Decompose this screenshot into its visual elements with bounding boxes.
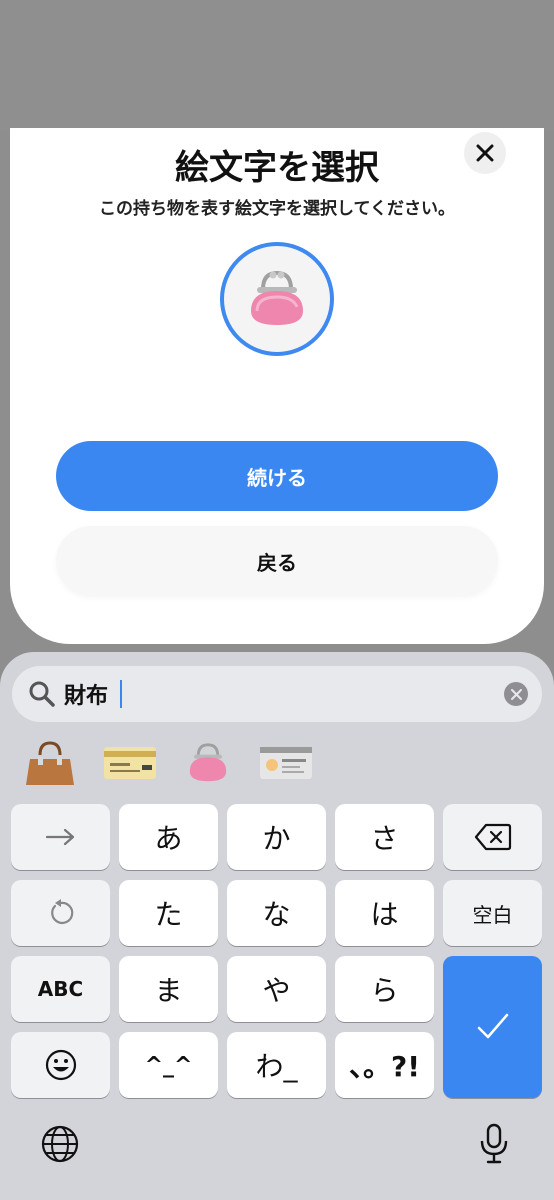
- key-ha[interactable]: は: [335, 880, 434, 946]
- emoji-suggestions: [0, 732, 554, 794]
- clear-search-button[interactable]: [504, 682, 528, 706]
- microphone-icon: [480, 1123, 508, 1164]
- suggestion-handbag[interactable]: [20, 732, 80, 794]
- key-sa[interactable]: さ: [335, 804, 434, 870]
- key-a[interactable]: あ: [119, 804, 218, 870]
- key-wa[interactable]: わ_: [227, 1032, 326, 1098]
- key-ka[interactable]: か: [227, 804, 326, 870]
- key-emoji[interactable]: [11, 1032, 110, 1098]
- key-ya[interactable]: や: [227, 956, 326, 1022]
- suggestion-purse[interactable]: [178, 732, 238, 794]
- emoji-search-field[interactable]: 財布: [12, 666, 542, 722]
- key-punctuation[interactable]: 、。?!: [335, 1032, 434, 1098]
- key-na[interactable]: な: [227, 880, 326, 946]
- credit-card-emoji-icon: [104, 747, 156, 779]
- key-kaomoji[interactable]: ^_^: [119, 1032, 218, 1098]
- close-icon: [476, 144, 494, 162]
- arrow-right-icon: [45, 828, 74, 846]
- globe-button[interactable]: [38, 1122, 82, 1166]
- key-undo[interactable]: [11, 880, 110, 946]
- continue-button[interactable]: 続ける: [56, 441, 498, 511]
- undo-icon: [50, 899, 73, 925]
- purse-icon: [251, 270, 303, 325]
- text-cursor: [120, 680, 122, 708]
- close-button[interactable]: [464, 132, 506, 174]
- page-subtitle: この持ち物を表す絵文字を選択してください。: [99, 199, 455, 219]
- suggestion-credit-card[interactable]: [100, 732, 160, 794]
- search-icon: [29, 681, 55, 707]
- key-space[interactable]: 空白: [443, 880, 542, 946]
- handbag-emoji-icon: [26, 741, 74, 785]
- clear-icon: [510, 688, 522, 700]
- suggestion-id-card[interactable]: [256, 732, 316, 794]
- selected-emoji-preview[interactable]: [220, 242, 334, 356]
- key-arrow-right[interactable]: [11, 804, 110, 870]
- smiley-icon: [45, 1049, 76, 1081]
- backspace-icon: [474, 823, 511, 851]
- key-abc[interactable]: ABC: [11, 956, 110, 1022]
- emoji-keyboard: 財布 あ か さ た な は 空白 ABC ま や ら ^_^ わ_ 、。?!: [0, 652, 554, 1200]
- search-input[interactable]: 財布: [64, 678, 108, 710]
- dimmed-backdrop: [0, 0, 554, 130]
- dictation-button[interactable]: [472, 1122, 516, 1166]
- key-delete[interactable]: [443, 804, 542, 870]
- key-ta[interactable]: た: [119, 880, 218, 946]
- key-ra[interactable]: ら: [335, 956, 434, 1022]
- globe-icon: [41, 1125, 79, 1163]
- checkmark-icon: [477, 1013, 508, 1039]
- key-confirm[interactable]: [443, 956, 542, 1098]
- purse-emoji-icon: [189, 743, 227, 782]
- emoji-select-sheet: 絵文字を選択 この持ち物を表す絵文字を選択してください。 続ける 戻る: [10, 128, 544, 644]
- key-ma[interactable]: ま: [119, 956, 218, 1022]
- id-card-emoji-icon: [260, 747, 312, 779]
- back-button[interactable]: 戻る: [56, 526, 498, 596]
